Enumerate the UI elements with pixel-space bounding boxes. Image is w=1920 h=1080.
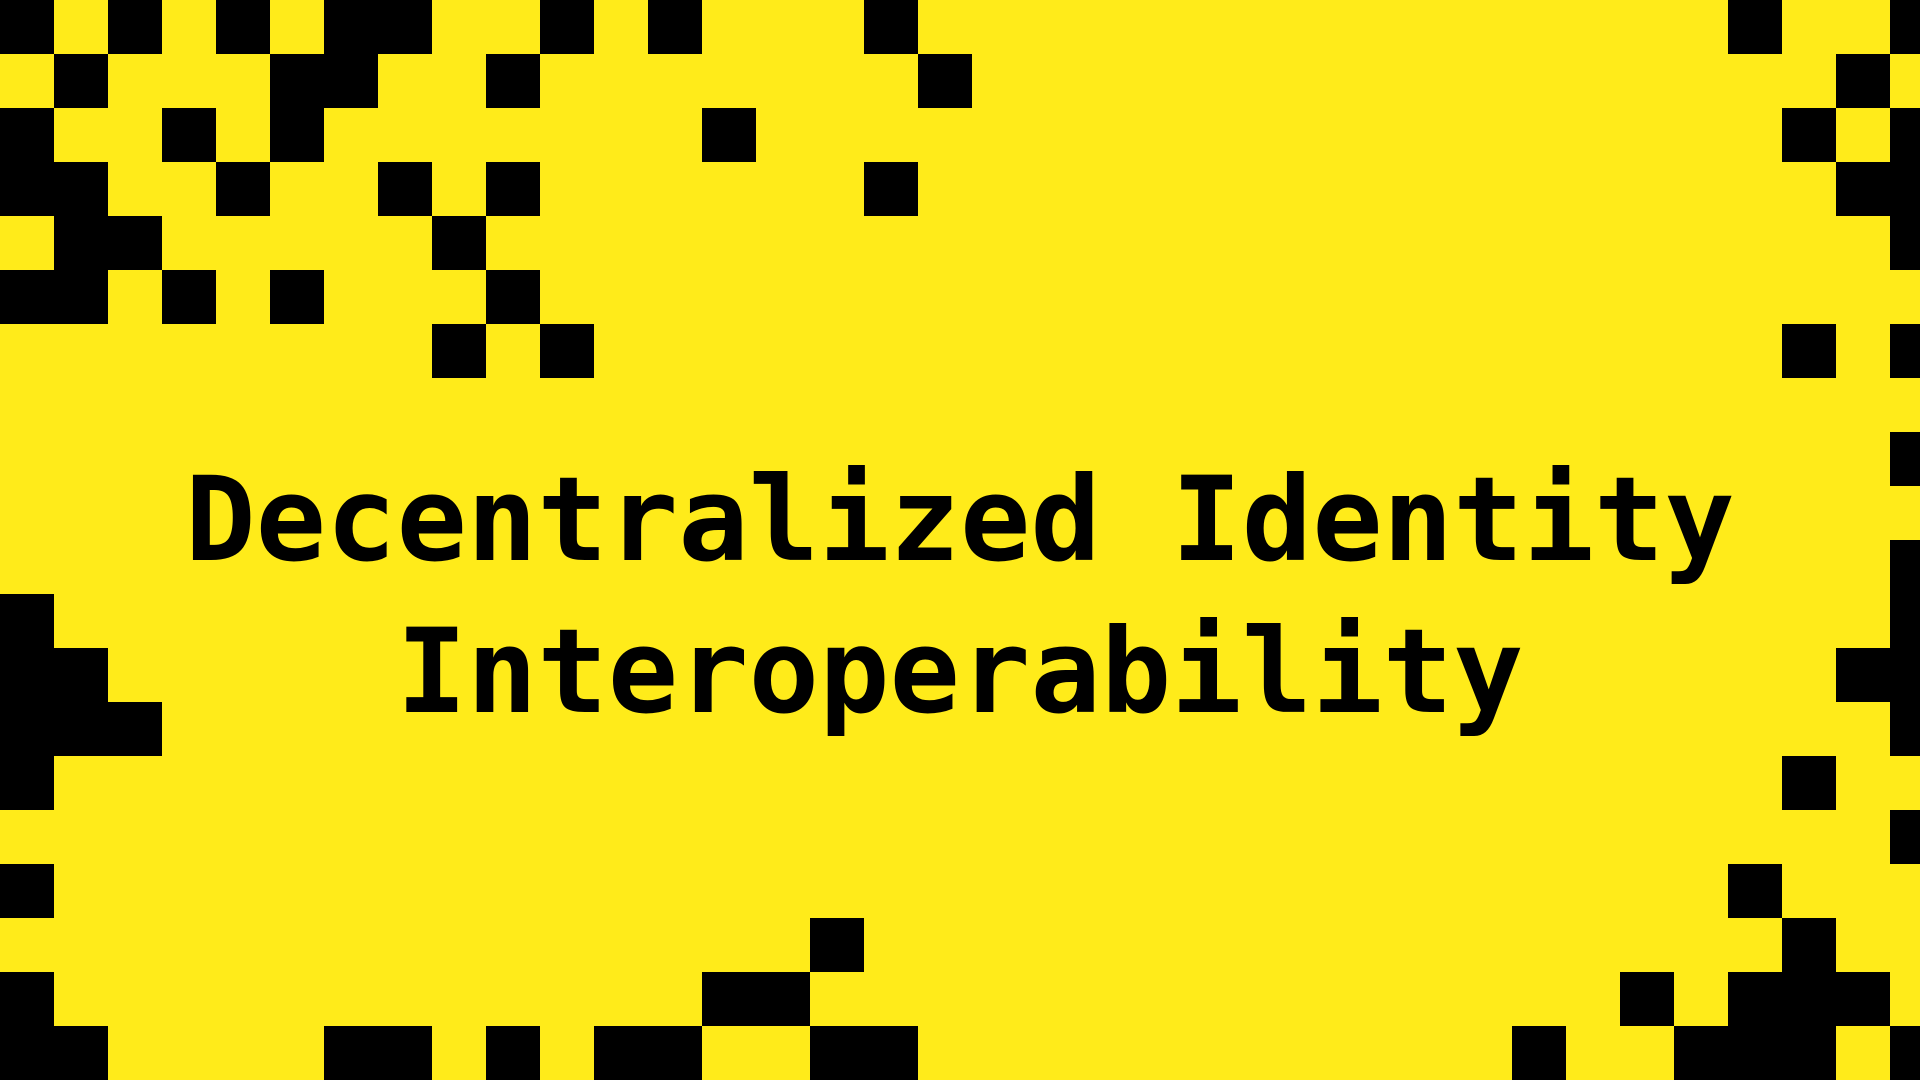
pixel-block — [1620, 972, 1674, 1026]
pixel-block — [0, 108, 54, 162]
pixel-block — [1782, 918, 1836, 972]
pixel-block — [810, 1026, 864, 1080]
pixel-block — [648, 1026, 702, 1080]
pixel-block — [864, 0, 918, 54]
pixel-block — [0, 0, 54, 54]
pixel-block — [0, 972, 54, 1026]
pixel-block — [1836, 972, 1890, 1026]
pixel-block — [540, 0, 594, 54]
pixel-block — [324, 0, 378, 54]
banner-title: Decentralized Identity Interoperability — [0, 444, 1920, 748]
pixel-block — [810, 918, 864, 972]
pixel-block — [378, 1026, 432, 1080]
pixel-block — [324, 54, 378, 108]
pixel-block — [702, 972, 756, 1026]
pixel-block — [270, 108, 324, 162]
pixel-block — [108, 0, 162, 54]
pixel-block — [270, 270, 324, 324]
pixel-block — [1890, 0, 1920, 54]
pixel-block — [1782, 324, 1836, 378]
title-line-1: Decentralized Identity — [185, 451, 1735, 588]
pixel-block — [432, 324, 486, 378]
pixel-block — [378, 0, 432, 54]
pixel-block — [54, 162, 108, 216]
pixel-block — [1782, 756, 1836, 810]
pixel-block — [1728, 972, 1782, 1026]
pixel-block — [162, 270, 216, 324]
pixel-block — [1890, 324, 1920, 378]
pixel-block — [54, 216, 108, 270]
pixel-block — [1782, 1026, 1836, 1080]
pixel-block — [1728, 864, 1782, 918]
pixel-block — [432, 216, 486, 270]
pixel-block — [54, 54, 108, 108]
pixel-block — [1512, 1026, 1566, 1080]
pixel-block — [216, 162, 270, 216]
pixel-block — [108, 216, 162, 270]
pixel-block — [216, 0, 270, 54]
pixel-block — [864, 1026, 918, 1080]
pixel-block — [1674, 1026, 1728, 1080]
pixel-block — [486, 270, 540, 324]
pixel-block — [54, 1026, 108, 1080]
pixel-block — [1782, 972, 1836, 1026]
pixel-block — [378, 162, 432, 216]
pixel-block — [0, 1026, 54, 1080]
pixel-block — [0, 270, 54, 324]
pixel-block — [162, 108, 216, 162]
pixel-block — [1890, 1026, 1920, 1080]
pixel-block — [54, 270, 108, 324]
pixel-block — [0, 864, 54, 918]
pixel-block — [1836, 54, 1890, 108]
pixel-block — [0, 162, 54, 216]
pixel-block — [486, 1026, 540, 1080]
pixel-block — [1728, 1026, 1782, 1080]
pixel-block — [1890, 216, 1920, 270]
pixel-block — [702, 108, 756, 162]
pixel-block — [540, 324, 594, 378]
pixel-block — [1890, 162, 1920, 216]
pixel-block — [324, 1026, 378, 1080]
pixel-block — [648, 0, 702, 54]
pixel-block — [918, 54, 972, 108]
title-line-2: Interoperability — [396, 603, 1524, 740]
pixel-block — [486, 54, 540, 108]
pixel-block — [486, 162, 540, 216]
pixel-block — [864, 162, 918, 216]
pixel-block — [1890, 810, 1920, 864]
pixel-block — [594, 1026, 648, 1080]
pixel-block — [1836, 162, 1890, 216]
pixel-block — [756, 972, 810, 1026]
pixel-block — [1782, 108, 1836, 162]
pixel-block — [270, 54, 324, 108]
pixel-block — [0, 756, 54, 810]
pixel-block — [1890, 108, 1920, 162]
pixel-block — [1728, 0, 1782, 54]
